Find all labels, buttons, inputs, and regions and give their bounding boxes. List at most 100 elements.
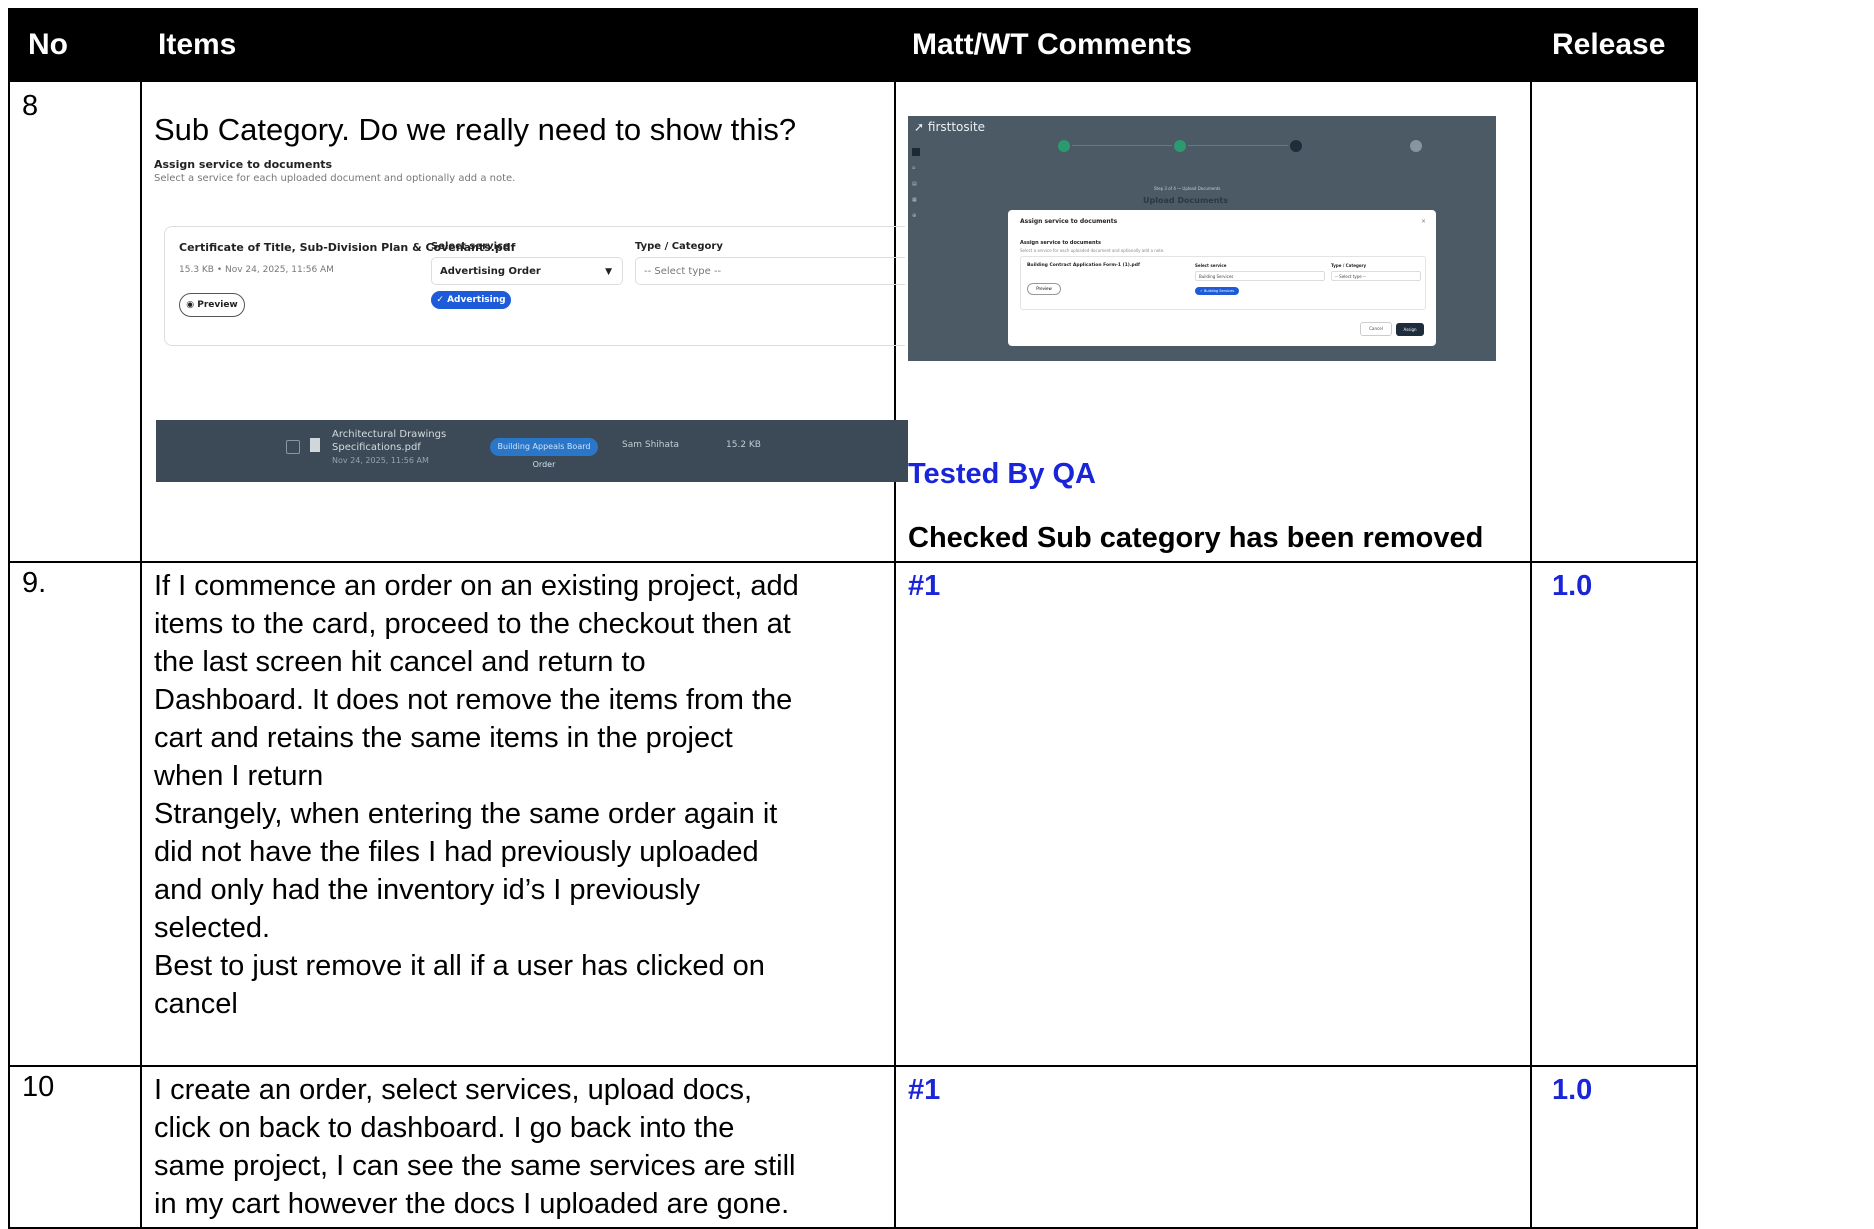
preview-button[interactable]: ◉ Preview	[179, 293, 245, 317]
release-value	[1532, 82, 1696, 90]
row-number: 10	[22, 1071, 55, 1103]
service-chip[interactable]: ✓ Advertising Order	[431, 291, 511, 323]
header-items: Items	[140, 8, 896, 82]
table-row: 9. If I commence an order on an existing…	[8, 561, 1698, 1067]
sidebar-cart-icon: ▦	[912, 197, 917, 203]
item-line: If I commence an order on an existing pr…	[154, 570, 799, 602]
item-line: Dashboard. It does not remove the items …	[154, 684, 793, 716]
row-no-cell: 8	[8, 80, 142, 563]
assign-modal: Assign service to documents × Assign ser…	[1008, 210, 1436, 346]
table-row: 8 Sub Category. Do we really need to sho…	[8, 80, 1698, 563]
type-select[interactable]: -- Select type --	[635, 257, 905, 285]
comments-cell: #1	[894, 1065, 1532, 1229]
avatar	[912, 147, 920, 156]
embedded-screenshot-assign: Assign service to documents Select a ser…	[154, 158, 905, 458]
item-line: I create an order, select services, uplo…	[154, 1074, 753, 1106]
caret-down-icon: ▼	[605, 267, 612, 277]
file-row-strip: Architectural Drawings Specifications.pd…	[156, 420, 908, 482]
modal-document-card: Building Contract Application Form-1 (1)…	[1020, 256, 1426, 310]
modal-title: Assign service to documents	[1020, 218, 1118, 225]
modal-subheading: Select a service for each uploaded docum…	[1020, 248, 1165, 253]
document-card: Certificate of Title, Sub-Division Plan …	[164, 226, 905, 346]
document-meta: 15.3 KB • Nov 24, 2025, 11:56 AM	[179, 265, 334, 275]
modal-type-select[interactable]: -- Select type --	[1331, 271, 1421, 281]
modal-type-category-label: Type / Category	[1331, 263, 1367, 268]
logo-mark-icon: ➚	[914, 120, 925, 134]
step-pending-icon	[1410, 140, 1422, 152]
release-cell	[1530, 80, 1698, 563]
row-checkbox[interactable]	[286, 440, 300, 454]
service-select-value: Advertising Order	[440, 266, 541, 277]
service-select[interactable]: Advertising Order ▼	[431, 257, 623, 285]
item-line: items to the card, proceed to the checko…	[154, 608, 791, 640]
file-name-line1: Architectural Drawings	[332, 429, 447, 440]
brand-logo: ➚ firsttosite	[914, 120, 986, 134]
stepper	[1058, 140, 1448, 152]
preview-label: Preview	[197, 300, 238, 310]
release-value: 1.0	[1552, 1074, 1593, 1106]
row-number: 9.	[22, 567, 47, 599]
sidebar: ⌂ ▤ ▦ ⊕	[912, 144, 1012, 224]
step-line	[1072, 145, 1172, 146]
file-name-line2: Specifications.pdf	[332, 442, 421, 453]
cancel-button[interactable]: Cancel	[1360, 322, 1392, 336]
qa-tested-label: Tested By QA	[908, 458, 1097, 490]
header-no: No	[8, 8, 142, 82]
assign-heading: Assign service to documents	[154, 158, 333, 171]
modal-preview-button[interactable]: Preview	[1027, 283, 1061, 295]
step-done-icon	[1174, 140, 1186, 152]
item-line: when I return	[154, 760, 324, 792]
sidebar-folder-icon: ▤	[912, 181, 917, 187]
item-line: the last screen hit cancel and return to	[154, 646, 646, 678]
release-cell: 1.0	[1530, 1065, 1698, 1229]
comment-ref: #1	[908, 1074, 941, 1106]
row-number: 8	[22, 90, 39, 122]
file-date: Nov 24, 2025, 11:56 AM	[332, 456, 429, 465]
comment-ref: #1	[908, 570, 941, 602]
comments-cell: #1	[894, 561, 1532, 1067]
release-value: 1.0	[1552, 570, 1593, 602]
item-title: Sub Category. Do we really need to show …	[154, 112, 797, 147]
release-cell: 1.0	[1530, 561, 1698, 1067]
eye-icon: ◉	[186, 300, 195, 310]
assign-button[interactable]: Assign	[1396, 323, 1424, 336]
type-category-label: Type / Category	[635, 241, 723, 252]
item-line: click on back to dashboard. I go back in…	[154, 1112, 735, 1144]
item-line: Strangely, when entering the same order …	[154, 798, 778, 830]
file-name: Architectural Drawings Specifications.pd…	[332, 428, 446, 454]
header-release: Release	[1530, 8, 1698, 82]
item-line: and only had the inventory id’s I previo…	[154, 874, 700, 906]
item-line: cancel	[154, 988, 238, 1020]
close-icon[interactable]: ×	[1421, 218, 1426, 225]
step-current-icon	[1290, 140, 1302, 152]
review-table: No Items Matt/WT Comments Release 8 Sub …	[8, 8, 1698, 1229]
embedded-screenshot-modal: ➚ firsttosite ⌂ ▤ ▦ ⊕ Step 3 of 4 — Uplo…	[908, 116, 1496, 361]
step-done-icon	[1058, 140, 1070, 152]
items-cell: I create an order, select services, uplo…	[140, 1065, 896, 1229]
modal-heading: Assign service to documents	[1020, 240, 1101, 246]
step-label: Step 3 of 4 — Upload Documents	[1154, 186, 1221, 191]
uploader-name: Sam Shihata	[622, 440, 680, 450]
row-no-cell: 9.	[8, 561, 142, 1067]
item-line: in my cart however the docs I uploaded a…	[154, 1188, 790, 1220]
item-description: I create an order, select services, uplo…	[142, 1067, 894, 1223]
items-cell: Sub Category. Do we really need to show …	[140, 80, 908, 563]
item-line: selected.	[154, 912, 271, 944]
select-service-label: Select service	[431, 241, 510, 252]
assign-subheading: Select a service for each uploaded docum…	[154, 173, 516, 184]
sidebar-plus-icon: ⊕	[912, 213, 917, 219]
qa-note: Checked Sub category has been removed	[908, 522, 1484, 554]
item-line: cart and retains the same items in the p…	[154, 722, 733, 754]
table-row: 10 I create an order, select services, u…	[8, 1065, 1698, 1229]
step-title: Upload Documents	[1143, 196, 1228, 205]
modal-service-chip[interactable]: ✓ Building Services	[1195, 287, 1239, 295]
items-cell: If I commence an order on an existing pr…	[140, 561, 896, 1067]
item-line: same project, I can see the same service…	[154, 1150, 796, 1182]
item-line: did not have the files I had previously …	[154, 836, 759, 868]
row-no-cell: 10	[8, 1065, 142, 1229]
file-size: 15.2 KB	[726, 440, 761, 450]
modal-document-name: Building Contract Application Form-1 (1)…	[1027, 263, 1140, 268]
modal-service-select[interactable]: Building Services	[1195, 271, 1325, 281]
comments-cell: ➚ firsttosite ⌂ ▤ ▦ ⊕ Step 3 of 4 — Uplo…	[894, 80, 1532, 563]
item-description: If I commence an order on an existing pr…	[142, 563, 894, 1023]
